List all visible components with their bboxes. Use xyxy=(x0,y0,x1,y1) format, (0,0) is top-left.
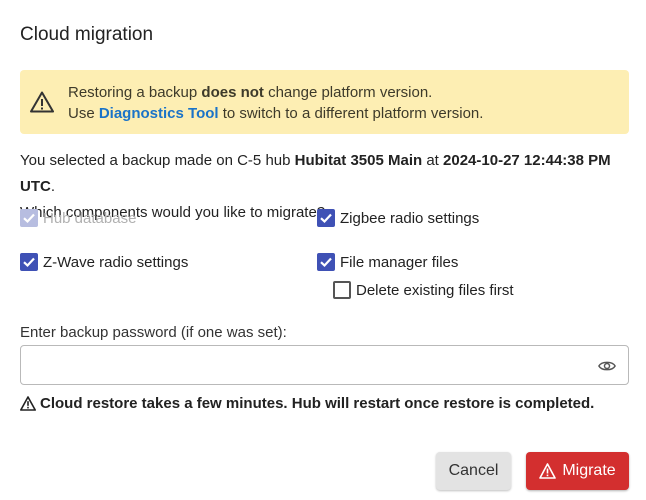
alert-line-1: Restoring a backup does not change platf… xyxy=(68,82,483,103)
zwave-option[interactable]: Z-Wave radio settings xyxy=(20,253,188,271)
check-icon xyxy=(320,213,332,224)
warning-icon xyxy=(30,91,54,113)
password-label: Enter backup password (if one was set): xyxy=(20,324,287,341)
alert-line-2-start: Use xyxy=(68,105,99,122)
restart-notice: Cloud restore takes a few minutes. Hub w… xyxy=(20,395,594,412)
backup-description-start: You selected a backup made on C-5 hub xyxy=(20,152,295,169)
delete-existing-label: Delete existing files first xyxy=(356,281,514,299)
file-manager-label: File manager files xyxy=(340,253,459,271)
cancel-button[interactable]: Cancel xyxy=(436,452,511,490)
password-field-container xyxy=(20,345,629,385)
delete-existing-checkbox[interactable] xyxy=(333,281,351,299)
hub-database-checkbox xyxy=(20,209,38,227)
backup-password-input[interactable] xyxy=(31,354,591,376)
alert-line-2-end: to switch to a different platform versio… xyxy=(218,105,484,122)
file-manager-option[interactable]: File manager files xyxy=(317,253,458,271)
hub-database-option: Hub database xyxy=(20,209,136,227)
zigbee-label: Zigbee radio settings xyxy=(340,209,480,227)
platform-version-alert: Restoring a backup does not change platf… xyxy=(20,70,629,134)
alert-emphasis: does not xyxy=(201,84,264,101)
migrate-button-label: Migrate xyxy=(562,462,616,479)
backup-description: You selected a backup made on C-5 hub Hu… xyxy=(20,148,635,200)
cancel-button-label: Cancel xyxy=(448,462,499,479)
zwave-label: Z-Wave radio settings xyxy=(43,253,189,271)
check-icon xyxy=(23,257,35,268)
zigbee-checkbox[interactable] xyxy=(317,209,335,227)
warning-icon xyxy=(20,396,36,411)
dialog-title: Cloud migration xyxy=(20,24,154,45)
diagnostics-tool-link[interactable]: Diagnostics Tool xyxy=(99,105,219,122)
alert-line-1-end: change platform version. xyxy=(263,84,433,101)
hub-name: Hubitat 3505 Main xyxy=(294,152,423,169)
hub-database-label: Hub database xyxy=(43,209,137,227)
zwave-checkbox[interactable] xyxy=(20,253,38,271)
backup-description-end: . xyxy=(50,178,55,195)
file-manager-checkbox[interactable] xyxy=(317,253,335,271)
alert-line-2: Use Diagnostics Tool to switch to a diff… xyxy=(68,103,483,124)
migrate-button[interactable]: Migrate xyxy=(526,452,629,490)
delete-existing-option[interactable]: Delete existing files first xyxy=(333,281,514,299)
eye-icon[interactable] xyxy=(598,358,616,374)
check-icon xyxy=(23,213,35,224)
backup-description-mid: at xyxy=(422,152,444,169)
cloud-migration-dialog: Cloud migration Restoring a backup does … xyxy=(0,0,646,500)
alert-text: Restoring a backup does not change platf… xyxy=(68,82,483,124)
alert-line-1-start: Restoring a backup xyxy=(68,84,202,101)
restart-notice-text: Cloud restore takes a few minutes. Hub w… xyxy=(40,395,595,412)
check-icon xyxy=(320,257,332,268)
warning-icon xyxy=(539,463,557,479)
zigbee-option[interactable]: Zigbee radio settings xyxy=(317,209,479,227)
